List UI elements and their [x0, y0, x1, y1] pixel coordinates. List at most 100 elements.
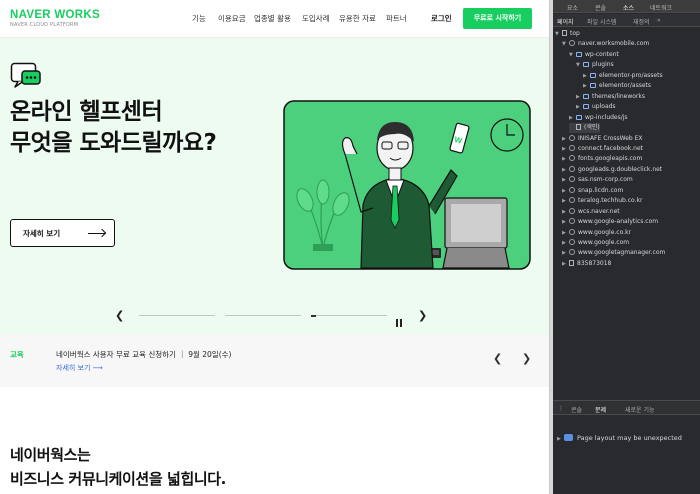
expand-arrow-icon[interactable]: ▶ [583, 71, 590, 81]
tree-item[interactable]: ▶ www.googletagmanager.com [562, 248, 665, 258]
tree-item[interactable]: ▶ elementor/assets [583, 81, 651, 91]
tree-item[interactable]: ▶ elementor-pro/assets [583, 71, 663, 81]
expand-arrow-icon[interactable]: ▶ [562, 134, 569, 144]
naver-works-logo[interactable]: NAVER WORKS NAVER CLOUD PLATFORM [10, 9, 100, 28]
website-viewport: NAVER WORKS NAVER CLOUD PLATFORM 기능 이용요금… [0, 0, 549, 494]
tree-item[interactable]: ▶ sas.nsm-corp.com [562, 175, 633, 185]
carousel-next-icon[interactable]: ❯ [418, 309, 427, 322]
menu-case-studies[interactable]: 도입사례 [302, 13, 330, 24]
tree-item[interactable]: ▶ teralog.techhub.co.kr [562, 196, 642, 206]
carousel-indicator-1[interactable] [139, 315, 215, 316]
devtools-tab-network[interactable]: 네트워크 [650, 3, 672, 12]
expand-arrow-icon[interactable]: ▶ [569, 113, 576, 123]
expand-arrow-icon[interactable]: ▶ [562, 228, 569, 238]
logo-sub-text: NAVER CLOUD PLATFORM [10, 22, 79, 28]
cloud-icon [569, 165, 575, 172]
sources-tab-page[interactable]: 페이지 [557, 17, 574, 26]
devtools-tab-console[interactable]: 콘솔 [595, 3, 606, 12]
hero-title-line-2: 무엇을 도와드릴까요? [10, 130, 217, 156]
menu-pricing[interactable]: 이용요금 [218, 13, 246, 24]
cloud-icon [569, 207, 575, 214]
tree-item[interactable]: ▶ wcs.naver.net [562, 207, 620, 217]
expand-arrow-icon[interactable]: ▶ [583, 81, 590, 91]
tree-item[interactable]: (색인) [569, 123, 600, 134]
carousel-prev-icon[interactable]: ❮ [115, 309, 124, 322]
tree-item[interactable]: ▶ snap.licdn.com [562, 186, 623, 196]
sources-tab-filesystem[interactable]: 파일 시스템 [587, 17, 617, 26]
tree-item[interactable]: ▶ www.google.co.kr [562, 228, 631, 238]
devtools-tab-sources[interactable]: 소스 [623, 3, 634, 12]
hero-detail-button[interactable]: 자세히 보기 [10, 219, 115, 247]
cloud-icon [569, 176, 575, 183]
expand-arrow-icon[interactable]: ▶ [562, 217, 569, 227]
tree-item[interactable]: ▼ top [555, 29, 580, 39]
expand-arrow-icon[interactable]: ▶ [562, 175, 569, 185]
tree-item[interactable]: ▶ uploads [576, 102, 616, 112]
menu-resources[interactable]: 유용한 자료 [339, 13, 376, 24]
folder-icon [583, 62, 589, 68]
carousel-progress [311, 314, 316, 317]
tree-item[interactable]: ▼ naver.worksmobile.com [562, 39, 649, 49]
tree-item[interactable]: ▶ connect.facebook.net [562, 144, 643, 154]
carousel-indicator-2[interactable] [225, 315, 301, 316]
expand-arrow-icon[interactable]: ▶ [562, 248, 569, 258]
expand-arrow-icon[interactable]: ▶ [562, 207, 569, 217]
expand-arrow-icon[interactable]: ▶ [576, 102, 583, 112]
tree-item-label: themes/lineworks [592, 92, 646, 100]
cloud-icon [569, 228, 575, 235]
tree-item-label: googleads.g.doubleclick.net [578, 165, 663, 173]
expand-arrow-icon[interactable]: ▶ [576, 92, 583, 102]
tree-item-label: naver.worksmobile.com [578, 40, 650, 48]
expand-arrow-icon[interactable]: ▶ [562, 259, 569, 269]
tree-item-label: www.google.co.kr [578, 228, 632, 236]
expand-arrow-icon[interactable]: ▶ [562, 186, 569, 196]
expand-arrow-icon[interactable]: ▶ [562, 196, 569, 206]
drawer-tab-whats-new[interactable]: 새로운 기능 [625, 405, 655, 414]
drawer-tab-issues[interactable]: 문제 [595, 405, 606, 414]
tree-item[interactable]: ▶ 835873018 [562, 259, 611, 269]
devtools-main-tabs: 요소 콘솔 소스 네트워크 [553, 0, 700, 13]
expand-arrow-icon[interactable]: ▶ [557, 434, 564, 445]
devtools-tab-elements[interactable]: 요소 [567, 3, 578, 12]
tree-item[interactable]: ▶ www.google-analytics.com [562, 217, 658, 227]
tree-item-label: top [570, 30, 580, 37]
carousel-indicator-3[interactable] [311, 315, 387, 316]
hero-title: 온라인 헬프센터 무엇을 도와드릴까요? [10, 97, 217, 159]
issue-row[interactable]: ▶ Page layout may be unexpected [553, 433, 700, 444]
carousel-pause-icon[interactable] [396, 312, 404, 331]
menu-partners[interactable]: 파트너 [386, 13, 407, 24]
tree-item[interactable]: ▼ plugins [576, 60, 614, 70]
tree-item[interactable]: ▶ wp-includes/js [569, 113, 628, 123]
menu-industry-use[interactable]: 업종별 활용 [254, 13, 291, 24]
collapse-arrow-icon[interactable]: ▼ [569, 50, 576, 60]
folder-icon [590, 72, 596, 78]
section-title-line-2: 비즈니스 커뮤니케이션을 넓힙니다. [10, 470, 226, 488]
sources-tab-overrides[interactable]: 재정의 [633, 17, 650, 26]
collapse-arrow-icon[interactable]: ▼ [555, 29, 562, 39]
tree-item[interactable]: ▼ wp-content [569, 50, 619, 60]
collapse-arrow-icon[interactable]: ▼ [576, 60, 583, 70]
tree-item[interactable]: ▶ themes/lineworks [576, 92, 645, 102]
tree-item[interactable]: ▶ www.google.com [562, 238, 629, 248]
collapse-arrow-icon[interactable]: ▼ [562, 39, 569, 49]
expand-arrow-icon[interactable]: ▶ [562, 165, 569, 175]
login-link[interactable]: 로그인 [431, 13, 452, 24]
notice-next-icon[interactable]: ❯ [522, 352, 531, 365]
tree-item[interactable]: ▶ googleads.g.doubleclick.net [562, 165, 662, 175]
tree-item[interactable]: ▶ fonts.googleapis.com [562, 154, 642, 164]
file-icon [576, 124, 581, 131]
expand-arrow-icon[interactable]: ▶ [562, 144, 569, 154]
start-free-button[interactable]: 무료로 시작하기 [463, 8, 532, 29]
drawer-menu-icon[interactable]: ⋮ [558, 405, 564, 412]
drawer-tab-console[interactable]: 콘솔 [571, 405, 582, 414]
notice-detail-link[interactable]: 자세히 보기 ⟶ [56, 363, 103, 373]
notice-prev-icon[interactable]: ❮ [493, 352, 502, 365]
menu-features[interactable]: 기능 [192, 13, 206, 24]
issue-text: Page layout may be unexpected [577, 434, 682, 442]
tree-item[interactable]: ▶ INISAFE CrossWeb EX [562, 134, 643, 144]
sources-tab-more[interactable]: » [657, 17, 661, 24]
section-title-line-1: 네이버웍스는 [10, 446, 91, 464]
expand-arrow-icon[interactable]: ▶ [562, 238, 569, 248]
expand-arrow-icon[interactable]: ▶ [562, 154, 569, 164]
notice-text[interactable]: 네이버웍스 사용자 무료 교육 신청하기 ｜ 9월 20일(수) [56, 349, 231, 360]
